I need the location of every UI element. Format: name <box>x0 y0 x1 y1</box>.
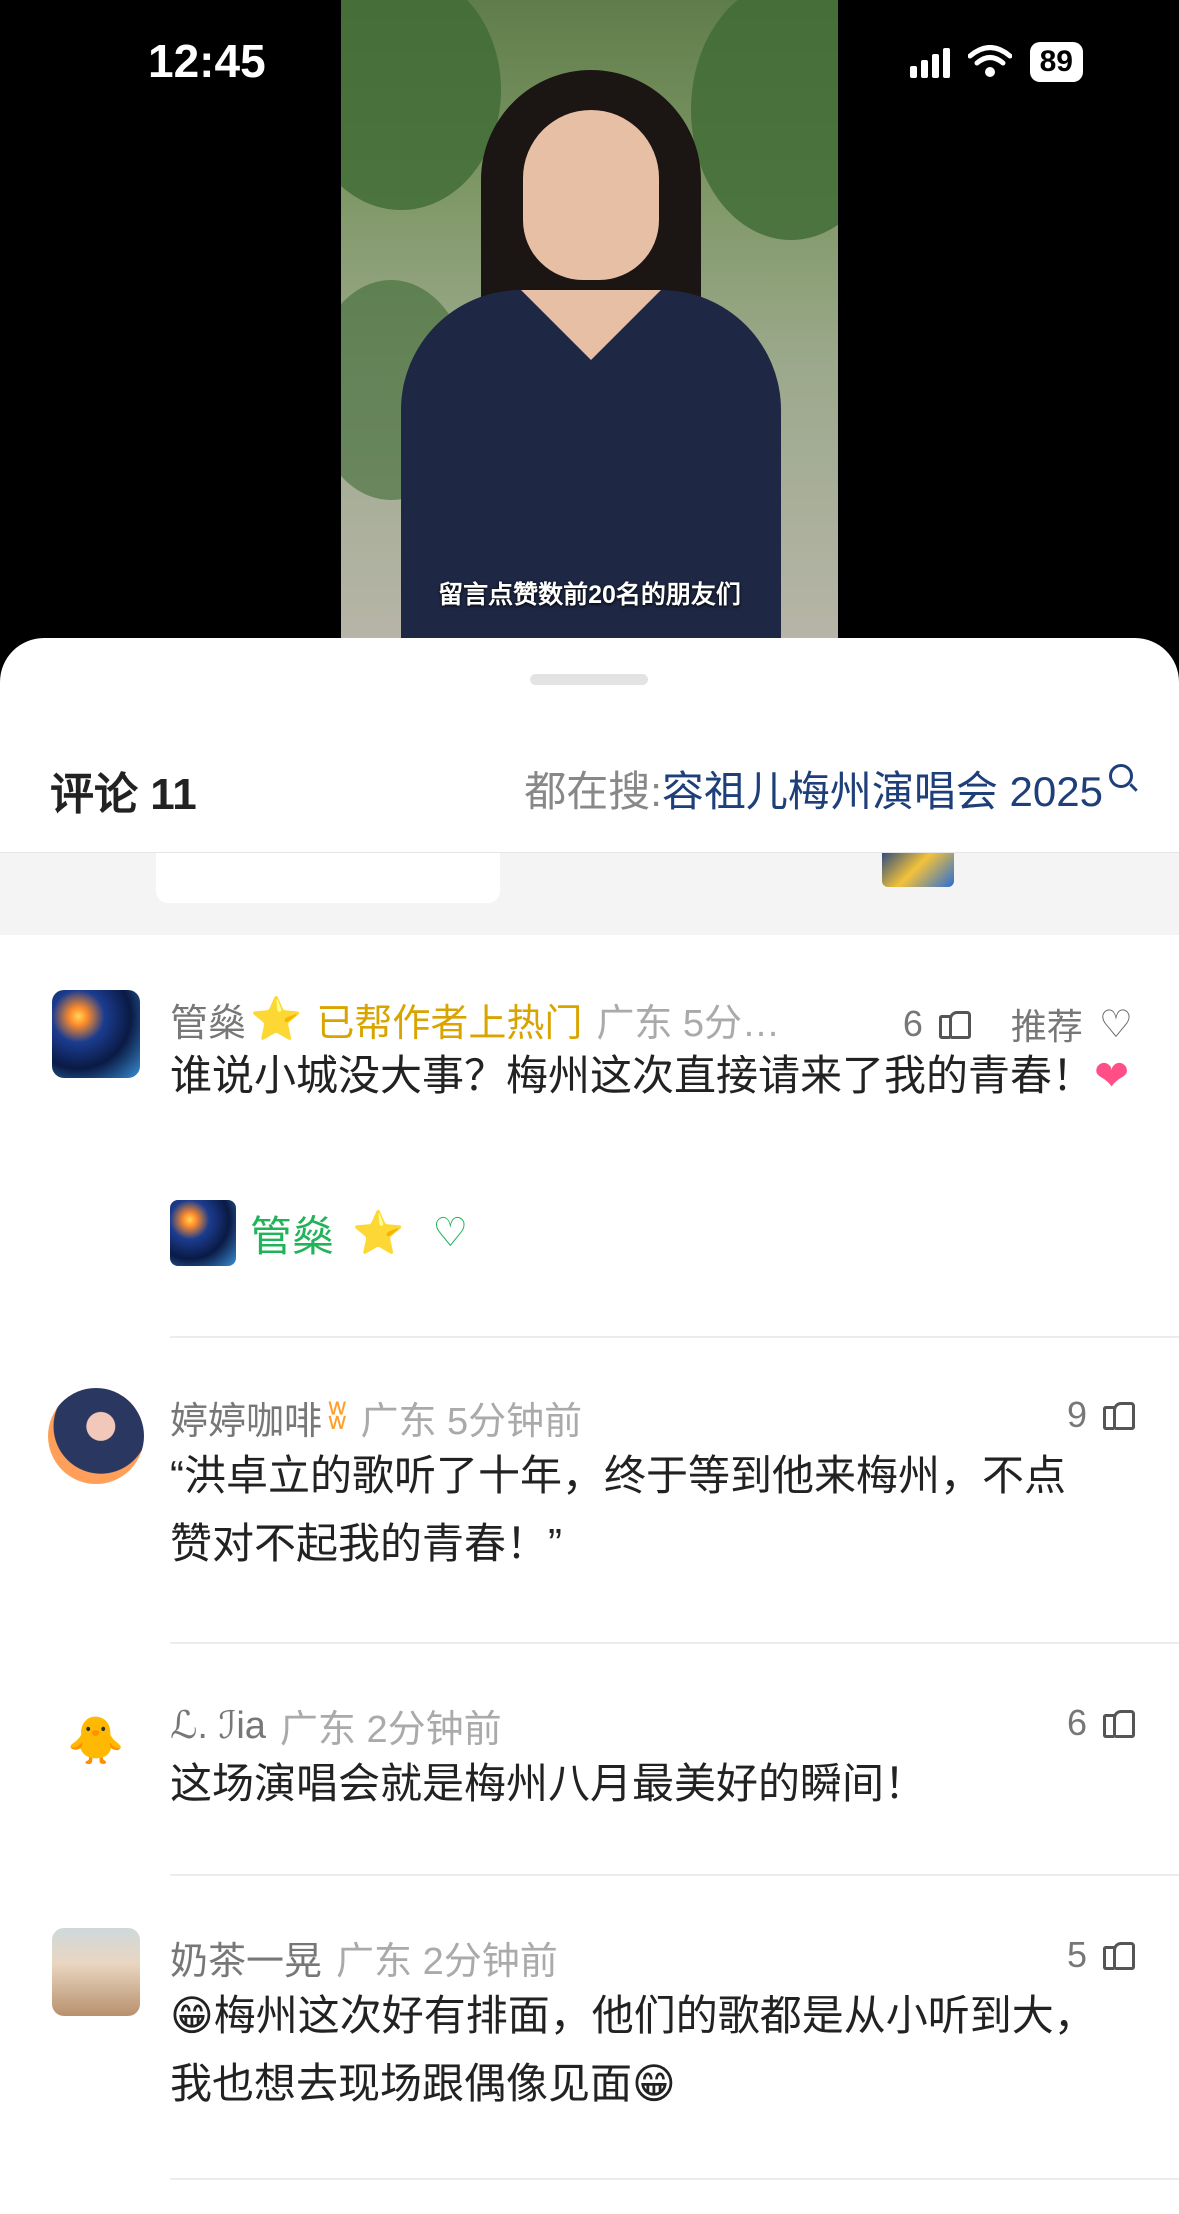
presenter-face <box>523 110 659 280</box>
comment-meta: ℒ. ℐia 广东 2分钟前 <box>170 1698 502 1753</box>
star-badge-icon: ⭐ <box>250 995 303 1042</box>
comment-divider <box>170 1874 1179 1876</box>
background-foliage <box>341 0 501 210</box>
battery-indicator: 89 <box>1029 42 1083 82</box>
signal-icon <box>909 46 950 78</box>
avatar[interactable]: 🐥 <box>52 1696 140 1784</box>
comment-region-time: 广东 5分… <box>596 1003 781 1045</box>
background-foliage <box>691 0 838 240</box>
comment-actions: 5 <box>1066 1934 1135 1976</box>
comment-meta: 管燊 ⭐ 已帮作者上热门 广东 5分… <box>170 992 780 1047</box>
like-count: 5 <box>1066 1934 1087 1975</box>
status-icons: 89 <box>909 42 1083 82</box>
avatar[interactable] <box>48 1388 144 1484</box>
author-liked-heart-icon: ♡ <box>432 1211 469 1255</box>
like-icon[interactable] <box>1103 1940 1135 1970</box>
commenter-name[interactable]: 管燊 <box>170 992 246 1047</box>
video-subtitle: 留言点赞数前20名的朋友们 <box>438 581 741 609</box>
trending-search[interactable]: 都在搜: 容祖儿梅州演唱会 2025 <box>524 758 1133 819</box>
like-count: 9 <box>1066 1394 1087 1435</box>
author-reply[interactable]: 管燊 ⭐ ♡ <box>170 1200 468 1266</box>
vip-badge-icon: ʬ <box>328 1396 347 1438</box>
pink-heart-icon: ❤ <box>1094 1052 1130 1099</box>
like-count: 6 <box>1066 1702 1087 1743</box>
comment-sheet: 评论 11 都在搜: 容祖儿梅州演唱会 2025 管燊 ⭐ 已帮作者上热门 广东… <box>0 638 1179 2214</box>
avatar[interactable] <box>52 1928 140 2016</box>
wifi-icon <box>967 45 1012 77</box>
comment-item: 奶茶一晃 广东 2分钟前 5 😁梅州这次好有排面，他们的歌都是从小听到大，我也想… <box>0 1928 1179 2128</box>
like-icon[interactable] <box>1103 1400 1135 1430</box>
comment-region-time: 广东 2分钟前 <box>336 1941 558 1983</box>
like-icon[interactable] <box>938 1009 971 1039</box>
search-icon <box>1109 763 1133 788</box>
comment-region-time: 广东 5分钟前 <box>360 1401 583 1443</box>
comments-count-title: 评论 11 <box>50 770 197 819</box>
reply-avatar <box>170 1200 236 1266</box>
comment-text: 这场演唱会就是梅州八月最美好的瞬间！ <box>170 1760 927 1807</box>
heart-outline-icon[interactable]: ♡ <box>1099 1002 1133 1047</box>
comment-item: 🐥 ℒ. ℐia 广东 2分钟前 6 这场演唱会就是梅州八月最美好的瞬间！ <box>0 1696 1179 1826</box>
comment-text-content: 谁说小城没大事？梅州这次直接请来了我的青春！ <box>170 1052 1095 1099</box>
comment-divider <box>170 2178 1179 2180</box>
helped-author-badge: 已帮作者上热门 <box>316 1003 583 1045</box>
trending-search-prefix: 都在搜: <box>524 768 662 815</box>
comments-header: 评论 11 都在搜: 容祖儿梅州演唱会 2025 <box>0 748 1179 824</box>
star-badge-icon: ⭐ <box>352 1208 405 1256</box>
comment-text: 😁梅州这次好有排面，他们的歌都是从小听到大，我也想去现场跟偶像见面😁 <box>170 1992 1096 2107</box>
reply-name[interactable]: 管燊 <box>250 1203 334 1264</box>
like-icon[interactable] <box>1103 1708 1135 1738</box>
video-player[interactable]: 留言点赞数前20名的朋友们 <box>0 0 1179 680</box>
comment-meta: 奶茶一晃 广东 2分钟前 <box>170 1930 558 1985</box>
comment-actions: 6 <box>1066 1702 1135 1744</box>
help-pill[interactable] <box>156 853 500 903</box>
pinned-banner <box>0 853 1179 935</box>
commenter-name[interactable]: ℒ. ℐia <box>170 1703 266 1748</box>
commenter-name[interactable]: 婷婷咖啡 <box>170 1390 322 1445</box>
comment-divider <box>170 1642 1179 1644</box>
banner-avatar <box>882 853 954 887</box>
comment-actions: 9 <box>1066 1394 1135 1436</box>
status-time: 12:45 <box>148 35 266 87</box>
comment-text: “洪卓立的歌听了十年，终于等到他来梅州，不点赞对不起我的青春！” <box>170 1452 1066 1567</box>
avatar[interactable] <box>52 990 140 1078</box>
comment-divider <box>170 1336 1179 1338</box>
comment-region-time: 广东 2分钟前 <box>279 1709 502 1751</box>
comment-meta: 婷婷咖啡 ʬ 广东 5分钟前 <box>170 1390 582 1445</box>
sheet-drag-handle[interactable] <box>530 674 648 685</box>
comment-text: 谁说小城没大事？梅州这次直接请来了我的青春！❤ <box>170 1042 1133 1110</box>
comment-item: 管燊 ⭐ 已帮作者上热门 广东 5分… 6 推荐 ♡ 谁说小城没大事？梅州这次直… <box>0 990 1179 1266</box>
trending-search-term[interactable]: 容祖儿梅州演唱会 2025 <box>662 758 1103 819</box>
like-count: 6 <box>902 1003 923 1044</box>
video-frame <box>341 0 838 640</box>
comment-item: 婷婷咖啡 ʬ 广东 5分钟前 9 “洪卓立的歌听了十年，终于等到他来梅州，不点赞… <box>0 1388 1179 1588</box>
commenter-name[interactable]: 奶茶一晃 <box>170 1930 322 1985</box>
